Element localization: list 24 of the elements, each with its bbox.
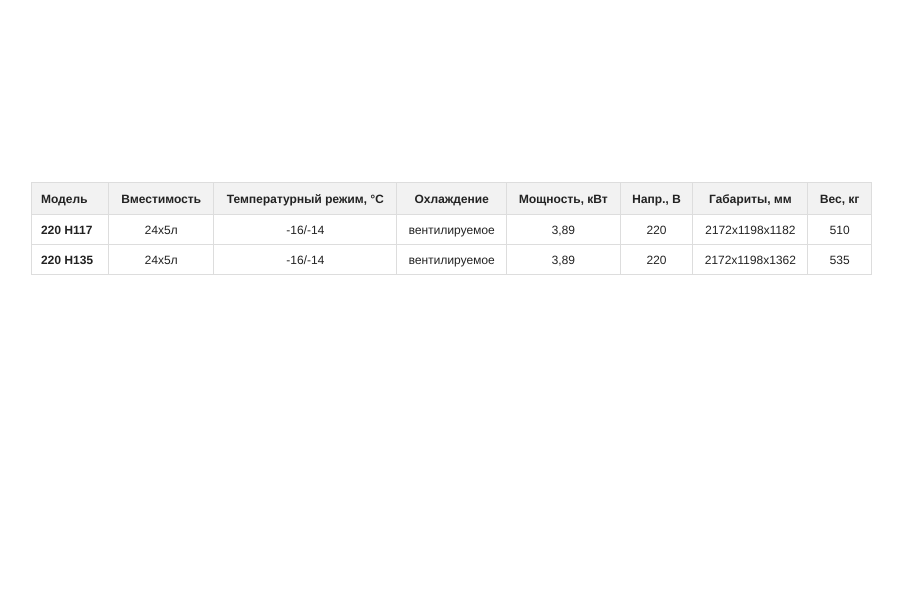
column-header: Напр., В [620,182,693,214]
table-cell: 3,89 [506,244,620,274]
table-cell: 220 [620,214,693,244]
table-cell: 220 [620,244,693,274]
table-cell: 3,89 [506,214,620,244]
table-cell: 24x5л [108,244,214,274]
table-cell: 220 H135 [32,244,109,274]
column-header: Температурный режим, °C [214,182,397,214]
table-cell: 2172x1198x1182 [692,214,808,244]
table-cell: 24x5л [108,214,214,244]
column-header: Мощность, кВт [506,182,620,214]
column-header: Габариты, мм [692,182,808,214]
column-header: Охлаждение [396,182,506,214]
table-cell: 220 H117 [32,214,109,244]
column-header: Вместимость [108,182,214,214]
table-cell: -16/-14 [214,244,397,274]
table-cell: 2172x1198x1362 [692,244,808,274]
table-cell: -16/-14 [214,214,397,244]
table-cell: вентилируемое [396,244,506,274]
table-cell: вентилируемое [396,214,506,244]
column-header: Модель [32,182,109,214]
table-cell: 535 [808,244,872,274]
column-header: Вес, кг [808,182,872,214]
table-cell: 510 [808,214,872,244]
